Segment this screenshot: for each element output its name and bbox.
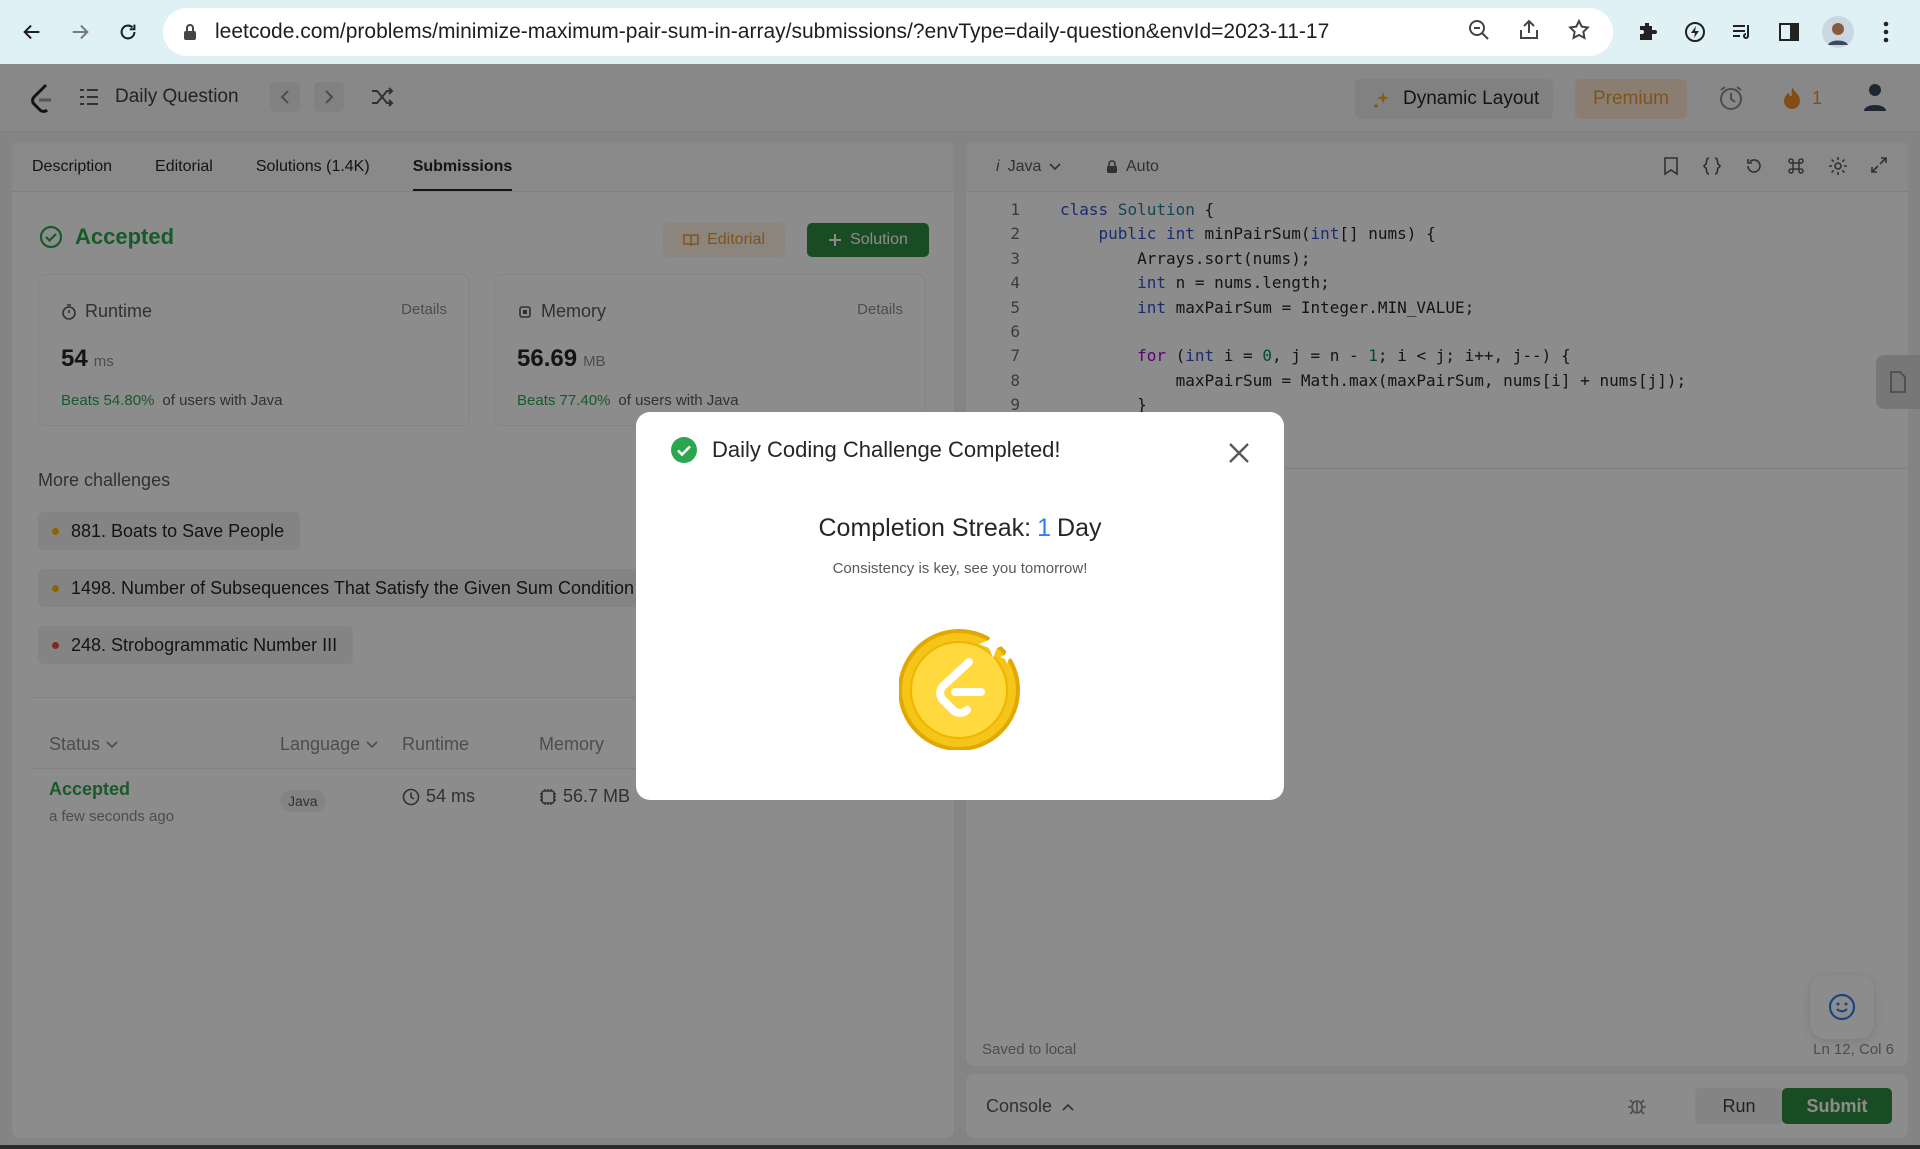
close-icon[interactable] — [1224, 438, 1254, 468]
check-circle-icon — [671, 437, 697, 463]
reload-icon[interactable] — [108, 12, 148, 52]
zoom-icon[interactable] — [1467, 18, 1491, 42]
url-text: leetcode.com/problems/minimize-maximum-p… — [215, 20, 1330, 43]
streak-subtitle: Consistency is key, see you tomorrow! — [832, 560, 1088, 577]
browser-menu-icon[interactable] — [1866, 12, 1906, 52]
extensions-icon[interactable] — [1628, 12, 1668, 52]
profile-avatar[interactable] — [1818, 12, 1858, 52]
completion-modal: Daily Coding Challenge Completed! Comple… — [636, 412, 1284, 800]
media-control-icon[interactable] — [1722, 12, 1762, 52]
taskbar-strip — [0, 1145, 1920, 1149]
forward-icon[interactable] — [60, 12, 100, 52]
address-bar[interactable]: leetcode.com/problems/minimize-maximum-p… — [163, 8, 1613, 56]
browser-toolbar: leetcode.com/problems/minimize-maximum-p… — [0, 0, 1920, 64]
leetcode-coin-icon — [899, 622, 1023, 750]
side-panel-icon[interactable] — [1769, 12, 1809, 52]
extension-bolt-icon[interactable] — [1675, 12, 1715, 52]
share-icon[interactable] — [1517, 18, 1541, 42]
back-icon[interactable] — [12, 12, 52, 52]
lock-icon — [183, 23, 197, 41]
modal-title: Daily Coding Challenge Completed! — [670, 436, 1061, 464]
completion-streak: Completion Streak: 1 Day — [818, 514, 1102, 542]
bookmark-star-icon[interactable] — [1567, 18, 1591, 42]
